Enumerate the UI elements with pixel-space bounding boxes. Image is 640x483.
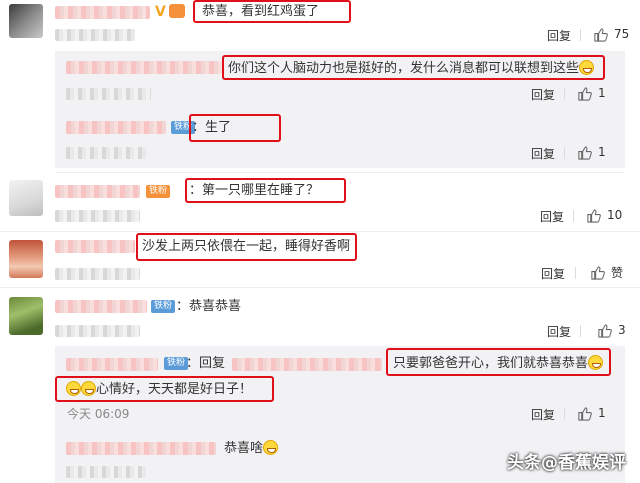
comment-text-body: 心情好，天天都是好日子！	[96, 382, 253, 397]
reply-prefix: ：回复	[186, 356, 226, 371]
timestamp: 今天 06:09	[67, 407, 130, 421]
username-blurred[interactable]	[66, 61, 222, 74]
avatar[interactable]	[9, 240, 43, 278]
like-label: 赞	[611, 265, 624, 280]
comment-text: 你们这个人脑动力也是挺好的，发什么消息都可以联想到这些	[228, 60, 595, 77]
timestamp-blurred	[55, 210, 140, 222]
grin-emoji-icon	[66, 381, 81, 396]
comment-text-body: 第一只哪里在睡了？	[202, 183, 320, 198]
divider	[564, 408, 565, 420]
grin-emoji-icon	[588, 355, 604, 370]
like-count: 3	[618, 323, 626, 337]
like-button[interactable]: 1	[577, 85, 606, 101]
like-button[interactable]: 75	[593, 26, 629, 42]
timestamp-blurred	[66, 88, 151, 100]
grin-emoji-icon	[81, 381, 96, 396]
avatar[interactable]	[9, 4, 43, 38]
like-button[interactable]: 3	[597, 322, 626, 338]
username-blurred[interactable]	[66, 442, 216, 455]
comment-text-body: 你们这个人脑动力也是挺好的，发什么消息都可以联想到这些	[228, 61, 580, 76]
reply-button[interactable]: 回复	[547, 323, 571, 340]
divider	[573, 210, 574, 222]
fan-badge: 铁粉	[146, 185, 171, 198]
comment-text-body: 恭喜恭喜	[189, 299, 242, 314]
thumbs-up-icon	[594, 27, 608, 42]
divider	[580, 29, 581, 41]
like-count: 75	[614, 27, 630, 41]
comment-text: ：第一只哪里在睡了？	[189, 183, 319, 199]
username-blurred[interactable]	[55, 6, 150, 19]
reply-button[interactable]: 回复	[531, 86, 555, 103]
fan-badge: 铁粉	[164, 357, 189, 370]
divider-line	[0, 287, 640, 288]
thumbs-up-icon	[591, 265, 605, 280]
username-blurred[interactable]	[55, 240, 135, 253]
comment-text: 只要郭爸爸开心，我们就恭喜恭喜	[393, 355, 604, 372]
colon: ：	[189, 183, 203, 198]
timestamp-blurred	[55, 325, 140, 337]
fan-badge: 铁粉	[151, 300, 176, 313]
comment-text-body: 只要郭爸爸开心，我们就恭喜恭喜	[393, 356, 589, 371]
reply-button[interactable]: 回复	[531, 145, 555, 162]
comment-text: ：生了	[192, 120, 231, 136]
divider	[580, 325, 581, 337]
comment-text-continued: 心情好，天天都是好日子！	[66, 381, 252, 398]
username-blurred[interactable]	[55, 300, 147, 313]
comment-text: 恭喜啥	[224, 440, 279, 457]
timestamp-blurred	[66, 466, 146, 478]
reply-button[interactable]: 回复	[547, 27, 571, 44]
divider-line	[55, 172, 625, 173]
thumbs-up-icon	[598, 323, 612, 338]
like-count: 10	[607, 208, 623, 222]
reply-button[interactable]: 回复	[541, 265, 565, 282]
avatar[interactable]	[9, 297, 43, 335]
avatar[interactable]	[9, 180, 43, 216]
like-button[interactable]: 10	[586, 207, 622, 223]
divider-line	[0, 231, 640, 232]
colon: ：	[176, 299, 190, 314]
level-badge-icon	[169, 4, 185, 18]
username-blurred[interactable]	[232, 358, 382, 371]
laugh-emoji-icon	[263, 440, 279, 455]
like-button[interactable]: 赞	[590, 264, 623, 280]
comment-text: ：恭喜恭喜	[176, 299, 241, 315]
thumbs-up-icon	[578, 86, 592, 101]
username-blurred[interactable]	[55, 185, 140, 198]
timestamp-blurred	[55, 268, 140, 280]
colon: ：	[192, 120, 206, 135]
like-button[interactable]: 1	[577, 144, 606, 160]
thumbs-up-icon	[578, 406, 592, 421]
like-count: 1	[598, 406, 606, 420]
like-count: 1	[598, 145, 606, 159]
reply-button[interactable]: 回复	[531, 406, 555, 423]
divider	[564, 147, 565, 159]
vip-badge-icon: V	[155, 4, 166, 20]
thumbs-up-icon	[578, 145, 592, 160]
timestamp-blurred	[55, 29, 135, 41]
username-blurred[interactable]	[66, 358, 158, 371]
timestamp-blurred	[66, 147, 146, 159]
like-count: 1	[598, 86, 606, 100]
reply-button[interactable]: 回复	[540, 208, 564, 225]
comment-text-body: 生了	[205, 120, 232, 135]
comment-text-body: 恭喜啥	[224, 441, 264, 456]
divider	[564, 88, 565, 100]
thumbs-up-icon	[587, 208, 601, 223]
username-blurred[interactable]	[66, 121, 166, 134]
comment-text: 恭喜，看到红鸡蛋了	[202, 4, 320, 19]
like-button[interactable]: 1	[577, 405, 606, 421]
laugh-emoji-icon	[579, 60, 595, 75]
divider	[575, 267, 576, 279]
watermark: 头条@香蕉娱评	[507, 453, 626, 473]
comment-text: 沙发上两只依偎在一起，睡得好香啊	[142, 239, 351, 254]
